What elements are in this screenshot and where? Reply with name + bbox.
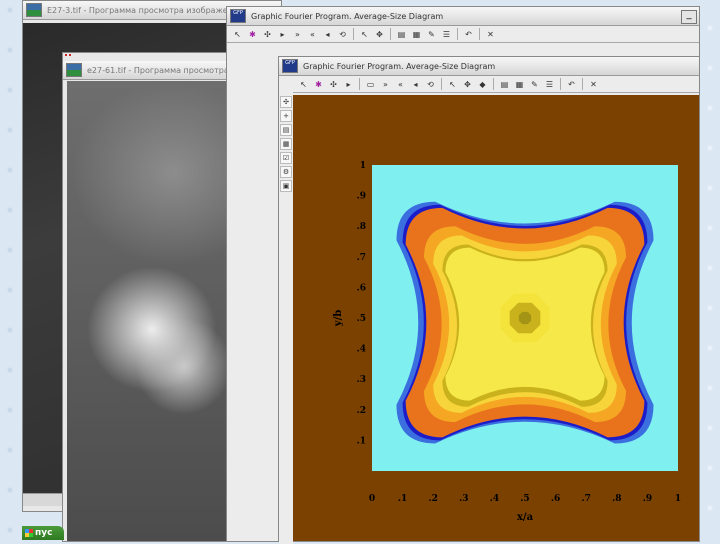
x-axis-label: x/a — [517, 512, 534, 523]
viewer-front-close-button[interactable] — [65, 54, 71, 60]
toolbar-separator — [353, 28, 354, 40]
x-tick-label: .7 — [581, 494, 590, 504]
x-tick-label: 0 — [369, 494, 375, 504]
x-tick-label: .8 — [612, 494, 621, 504]
toolbar-separator — [457, 28, 458, 40]
diagram-panel: 0 .1 .2 .3 .4 .5 .6 .7 .8 .9 1 .1 .2 .3 .4 .5 .6 .7 .8 .9 1… — [293, 95, 699, 541]
start-label: пус — [35, 528, 53, 538]
palette-icon[interactable]: ✱ — [312, 78, 325, 91]
x-tick-label: .2 — [428, 494, 437, 504]
y-tick-label: .2 — [357, 406, 366, 416]
fast-forward-icon[interactable]: » — [291, 28, 304, 41]
pointer-icon[interactable]: ↖ — [358, 28, 371, 41]
image-viewer-icon — [66, 63, 82, 77]
contour-levels — [396, 201, 654, 444]
y-tick-label: .5 — [357, 314, 366, 324]
step-back-icon[interactable]: ◂ — [409, 78, 422, 91]
y-tick-label: .9 — [357, 192, 366, 202]
y-tick-labels: .1 .2 .3 .4 .5 .6 .7 .8 .9 1 — [357, 161, 366, 446]
fast-forward-icon[interactable]: » — [379, 78, 392, 91]
toolbar-separator — [359, 78, 360, 90]
fourier-front-titlebar[interactable]: GFP Graphic Fourier Program. Average-Siz… — [279, 57, 699, 76]
fourier-back-titlebar[interactable]: GFP Graphic Fourier Program. Average-Siz… — [227, 7, 699, 26]
fourier-back-toolbar: ↖ ✱ ✣ ▸ » « ◂ ⟲ ↖ ✥ ▤ ▦ ✎ ☰ ↶ ✕ — [227, 26, 699, 43]
step-forward-icon[interactable]: ▸ — [276, 28, 289, 41]
fourier-side-toolbar: ✣ + ▤ ▦ ☑ ⚙ ▣ — [279, 93, 293, 544]
cursor-icon[interactable]: ↖ — [231, 28, 244, 41]
print-icon[interactable]: ▤ — [395, 28, 408, 41]
toolbar-separator — [390, 28, 391, 40]
edit-icon[interactable]: ✎ — [425, 28, 438, 41]
x-tick-labels: 0 .1 .2 .3 .4 .5 .6 .7 .8 .9 1 — [369, 494, 681, 504]
zoom-tool-icon[interactable]: ✣ — [261, 28, 274, 41]
move-icon[interactable]: ✥ — [461, 78, 474, 91]
y-tick-label: .6 — [357, 283, 366, 293]
x-tick-label: .4 — [490, 494, 499, 504]
toolbar-separator — [479, 28, 480, 40]
rewind-icon[interactable]: « — [394, 78, 407, 91]
cursor-icon[interactable]: ↖ — [297, 78, 310, 91]
fourier-window-front[interactable]: GFP Graphic Fourier Program. Average-Siz… — [278, 56, 700, 544]
x-tick-label: 1 — [675, 494, 681, 504]
pointer-icon[interactable]: ↖ — [446, 78, 459, 91]
close-icon[interactable]: ✕ — [484, 28, 497, 41]
x-tick-label: .3 — [459, 494, 468, 504]
y-tick-label: 1 — [360, 161, 366, 171]
rewind-icon[interactable]: « — [306, 28, 319, 41]
undo-icon[interactable]: ↶ — [462, 28, 475, 41]
y-axis-label: y/b — [333, 310, 344, 327]
grid-icon[interactable]: ▦ — [280, 138, 292, 150]
undo-icon[interactable]: ↶ — [565, 78, 578, 91]
toolbar-separator — [441, 78, 442, 90]
fourier-back-title: Graphic Fourier Program. Average-Size Di… — [251, 11, 444, 21]
list-icon[interactable]: ☰ — [440, 28, 453, 41]
fill-icon[interactable]: ◆ — [476, 78, 489, 91]
fourier-app-icon: GFP — [282, 59, 298, 73]
toolbar-separator — [560, 78, 561, 90]
copy-icon[interactable]: ▦ — [513, 78, 526, 91]
minimize-button[interactable]: _ — [681, 10, 697, 24]
taskbar: пус — [22, 526, 64, 540]
copy-icon[interactable]: ▦ — [410, 28, 423, 41]
settings-icon[interactable]: ⚙ — [280, 166, 292, 178]
x-tick-label: .5 — [520, 494, 529, 504]
y-tick-label: .3 — [357, 375, 366, 385]
y-tick-label: .1 — [357, 436, 366, 446]
fourier-front-toolbar: ↖ ✱ ✣ ▸ ▭ » « ◂ ⟲ ↖ ✥ ◆ ▤ ▦ ✎ ☰ ↶ ✕ — [293, 76, 699, 93]
start-button[interactable]: пус — [22, 526, 64, 540]
x-tick-label: .6 — [551, 494, 560, 504]
list-icon[interactable]: ☰ — [543, 78, 556, 91]
toolbar-separator — [493, 78, 494, 90]
y-tick-label: .4 — [357, 345, 366, 355]
zoom-in-icon[interactable]: + — [280, 110, 292, 122]
open-icon[interactable]: ▭ — [364, 78, 377, 91]
rotate-icon[interactable]: ⟲ — [336, 28, 349, 41]
table-icon[interactable]: ▤ — [280, 124, 292, 136]
export-icon[interactable]: ▣ — [280, 180, 292, 192]
viewer-back-title: E27-3.tif - Программа просмотра изображе… — [47, 5, 233, 15]
toolbar-separator — [582, 78, 583, 90]
x-tick-label: .9 — [643, 494, 652, 504]
zoom-tool-icon[interactable]: ✣ — [327, 78, 340, 91]
check-icon[interactable]: ☑ — [280, 152, 292, 164]
edit-icon[interactable]: ✎ — [528, 78, 541, 91]
windows-logo-icon — [25, 529, 33, 537]
y-tick-label: .7 — [357, 253, 366, 263]
contour-level-10 — [518, 311, 532, 325]
x-tick-label: .1 — [398, 494, 407, 504]
pan-icon[interactable]: ✣ — [280, 96, 292, 108]
image-viewer-icon — [26, 3, 42, 17]
move-icon[interactable]: ✥ — [373, 28, 386, 41]
rotate-icon[interactable]: ⟲ — [424, 78, 437, 91]
fourier-front-title: Graphic Fourier Program. Average-Size Di… — [303, 61, 496, 71]
palette-icon[interactable]: ✱ — [246, 28, 259, 41]
close-icon[interactable]: ✕ — [587, 78, 600, 91]
step-back-icon[interactable]: ◂ — [321, 28, 334, 41]
print-icon[interactable]: ▤ — [498, 78, 511, 91]
average-size-diagram: 0 .1 .2 .3 .4 .5 .6 .7 .8 .9 1 .1 .2 .3 .4 .5 .6 .7 .8 .9 1… — [333, 161, 681, 523]
step-forward-icon[interactable]: ▸ — [342, 78, 355, 91]
y-tick-label: .8 — [357, 222, 366, 232]
fourier-app-icon: GFP — [230, 9, 246, 23]
